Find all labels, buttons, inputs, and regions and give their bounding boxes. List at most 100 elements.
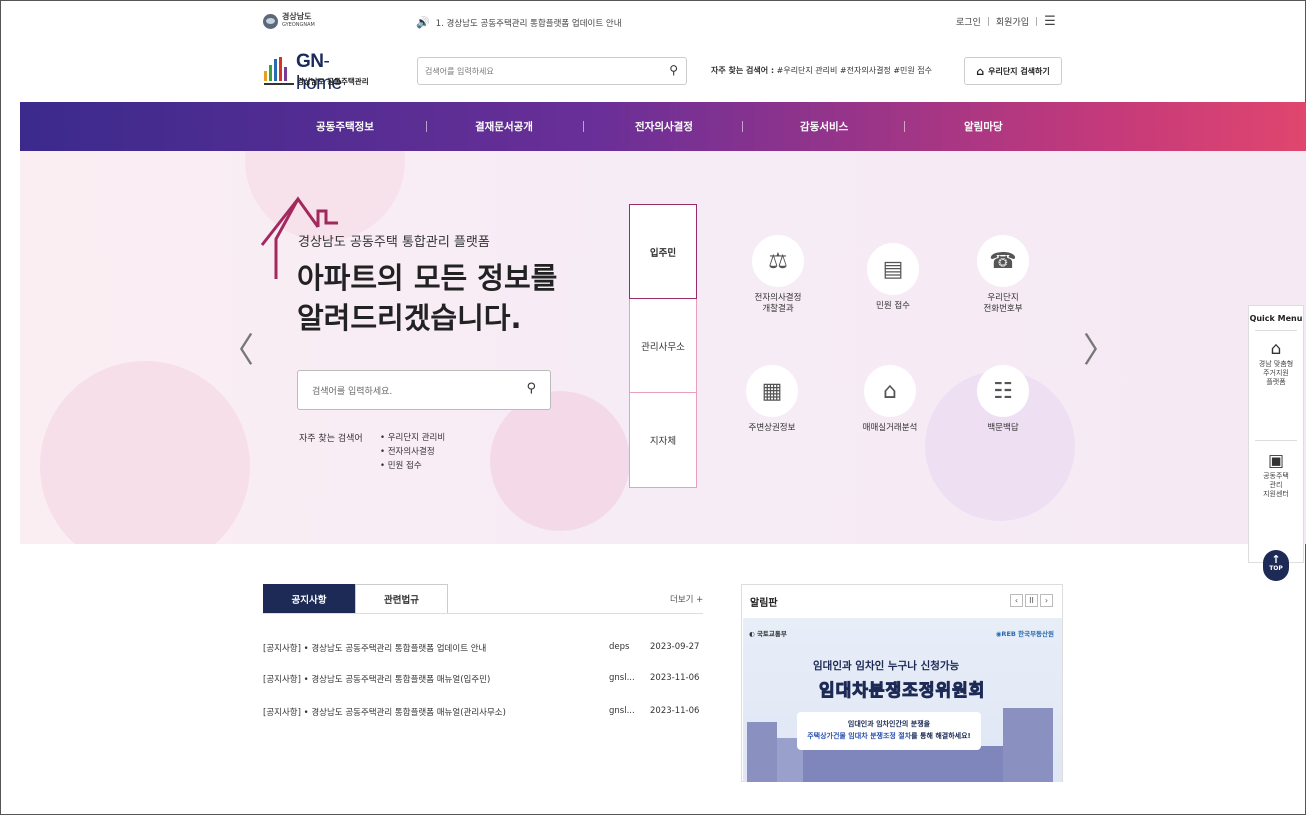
vote-icon: ⚖ (752, 235, 804, 287)
tab-management-office[interactable]: 관리사무소 (630, 299, 696, 393)
main-nav: 공동주택정보 결재문서공개 전자의사결정 감동서비스 알림마당 (20, 102, 1306, 151)
service-label: 우리단지 (987, 293, 1019, 303)
logo-title-bold: GN (296, 51, 324, 72)
service-label: 전화번호부 (983, 304, 1023, 314)
notice-author: gnsl... (609, 673, 635, 683)
service-label: 전자의사결정 (754, 293, 802, 303)
service-phonebook[interactable]: ☎ 우리단지 전화번호부 (958, 235, 1048, 315)
hero-frequent-list: 우리단지 관리비 전자의사결정 민원 접수 (380, 431, 445, 473)
next-slide-arrow[interactable]: 〉 (1083, 323, 1117, 372)
prev-slide-arrow[interactable]: 〈 (220, 323, 254, 372)
scroll-top-button[interactable]: ↑ TOP (1263, 550, 1289, 581)
frequent-item[interactable]: 전자의사결정 (380, 445, 445, 459)
notice-title[interactable]: [공지사항] • 경상남도 공동주택관리 통합플랫폼 업데이트 안내 (263, 642, 486, 654)
banner-prev-button[interactable]: ‹ (1010, 594, 1023, 607)
banner-message-line1: 임대인과 임차인간의 분쟁을 (847, 720, 931, 728)
tab-notices[interactable]: 공지사항 (263, 584, 355, 613)
service-complaint[interactable]: ▤ 민원 접수 (848, 243, 938, 312)
site-header: GN-home 경상남도 공동주택관리 검색어를 입력하세요 ⚲ 자주 찾는 검… (20, 43, 1306, 101)
quick-item-support-center[interactable]: ▣ 공동주택 관리 지원센터 (1249, 450, 1303, 499)
signup-link[interactable]: 회원가입 (996, 15, 1029, 28)
frequent-item[interactable]: 민원 접수 (380, 459, 445, 473)
dispute-banner[interactable]: ◐ 국토교통부 ◉REB 한국부동산원 임대인과 임차인 누구나 신청가능 임대… (743, 618, 1062, 782)
top-label: TOP (1269, 565, 1283, 572)
province-emblem-icon (263, 13, 278, 29)
page-frame: 경상남도 GYEONGNAM 🔊 1. 경상남도 공동주택관리 통합플랫폼 업데… (0, 0, 1306, 815)
service-label: 주변상권정보 (748, 423, 796, 433)
divider: | (1035, 16, 1039, 27)
service-qa[interactable]: ☷ 백문백답 (958, 365, 1048, 434)
account-links: 로그인 | 회원가입 | ☰ (956, 15, 1056, 29)
more-link[interactable]: 더보기 + (670, 593, 703, 605)
frequent-label: 자주 찾는 검색어 : (711, 66, 775, 75)
service-commerce[interactable]: ▦ 주변상권정보 (727, 365, 817, 434)
hero-title: 아파트의 모든 정보를 알려드리겠습니다. (297, 258, 557, 338)
ministry-name: 국토교통부 (756, 630, 787, 638)
nav-item-approval-docs[interactable]: 결재문서공개 (475, 119, 533, 134)
province-name-text: 경상남도 (282, 12, 312, 21)
banner-message-rest: 를 통해 해결하세요! (911, 732, 971, 740)
notice-text[interactable]: 1. 경상남도 공동주택관리 통합플랫폼 업데이트 안내 (436, 17, 622, 29)
hero-search-input[interactable]: 검색어를 입력하세요. ⚲ (297, 370, 551, 410)
frequent-item[interactable]: 우리단지 관리비 (380, 431, 445, 445)
person-illustration (1003, 708, 1053, 782)
tab-regulations[interactable]: 관련법규 (355, 584, 448, 613)
reb-logo: ◉REB 한국부동산원 (995, 630, 1054, 638)
search-icon[interactable]: ⚲ (669, 63, 678, 77)
qa-icon: ☷ (977, 365, 1029, 417)
nav-item-notice-board[interactable]: 알림마당 (964, 119, 1003, 134)
quick-item-label: 주거지원 (1263, 369, 1289, 377)
hero-section: 경상남도 공동주택 통합관리 플랫폼 아파트의 모든 정보를 알려드리겠습니다.… (20, 151, 1306, 544)
nav-item-service[interactable]: 감동서비스 (800, 119, 848, 134)
apt-search-button[interactable]: ⌂ 우리단지 검색하기 (964, 57, 1062, 85)
logo-title: GN-home (296, 51, 374, 95)
notice-date: 2023-11-06 (650, 706, 700, 716)
apt-search-label: 우리단지 검색하기 (988, 66, 1050, 76)
service-label: 민원 접수 (876, 301, 910, 311)
frequent-terms[interactable]: #우리단지 관리비 #전자의사결정 #민원 접수 (777, 66, 932, 75)
banner-pause-button[interactable]: II (1025, 594, 1038, 607)
hero-frequent-label: 자주 찾는 검색어 (299, 434, 363, 444)
nav-item-e-decision[interactable]: 전자의사결정 (635, 119, 693, 134)
search-icon[interactable]: ⚲ (526, 381, 536, 396)
notice-title[interactable]: [공지사항] • 경상남도 공동주택관리 통합플랫폼 매뉴얼(관리사무소) (263, 706, 506, 718)
login-link[interactable]: 로그인 (956, 15, 981, 28)
commerce-icon: ▦ (746, 365, 798, 417)
house-trade-icon: ⌂ (864, 365, 916, 417)
notice-ticker[interactable]: 🔊 1. 경상남도 공동주택관리 통합플랫폼 업데이트 안내 (416, 16, 622, 29)
hero-search-placeholder: 검색어를 입력하세요. (312, 387, 393, 397)
province-logo[interactable]: 경상남도 GYEONGNAM (263, 13, 315, 29)
service-trade-analysis[interactable]: ⌂ 매매실거래분석 (845, 365, 935, 434)
header-search-placeholder: 검색어를 입력하세요 (425, 67, 494, 76)
service-label: 매매실거래분석 (862, 423, 918, 433)
quick-item-label: 플랫폼 (1266, 378, 1286, 386)
user-type-tabs: 입주민 관리사무소 지자체 (629, 204, 697, 488)
quick-item-label: 경남 맞춤형 (1258, 360, 1294, 368)
notice-author: deps (609, 642, 630, 652)
header-search-input[interactable]: 검색어를 입력하세요 ⚲ (417, 57, 687, 85)
notice-author: gnsl... (609, 706, 635, 716)
decor-circle (490, 391, 630, 531)
province-name: 경상남도 GYEONGNAM (282, 13, 315, 29)
reb-name: 한국부동산원 (1018, 630, 1054, 638)
notice-title[interactable]: [공지사항] • 경상남도 공동주택관리 통합플랫폼 매뉴얼(입주민) (263, 673, 490, 685)
site-logo[interactable]: GN-home 경상남도 공동주택관리 (264, 51, 374, 94)
home-support-icon: ⌂ (1270, 339, 1282, 359)
decor-circle (40, 361, 250, 544)
quick-item-label: 공동주택 (1263, 472, 1289, 480)
banner-title: 임대차분쟁조정위원회 (818, 681, 986, 702)
quick-item-housing-support[interactable]: ⌂ 경남 맞춤형 주거지원 플랫폼 (1249, 338, 1303, 387)
nav-item-housing-info[interactable]: 공동주택정보 (316, 119, 374, 134)
service-e-decision[interactable]: ⚖ 전자의사결정 개찰결과 (733, 235, 823, 315)
tab-resident[interactable]: 입주민 (629, 204, 697, 299)
notice-date: 2023-09-27 (650, 642, 700, 652)
building-shape (747, 722, 777, 782)
hamburger-menu-icon[interactable]: ☰ (1044, 15, 1056, 28)
bulletin-board: 알림판 ‹ II › ◐ 국토교통부 ◉REB 한국부동산원 임대인과 임차인 … (741, 584, 1063, 782)
complaint-icon: ▤ (867, 243, 919, 295)
building-shape (803, 746, 1003, 782)
header-frequent-searches: 자주 찾는 검색어 : #우리단지 관리비 #전자의사결정 #민원 접수 (711, 65, 932, 76)
hero-subtitle: 경상남도 공동주택 통합관리 플랫폼 (298, 235, 490, 250)
banner-next-button[interactable]: › (1040, 594, 1053, 607)
tab-local-government[interactable]: 지자체 (630, 393, 696, 487)
